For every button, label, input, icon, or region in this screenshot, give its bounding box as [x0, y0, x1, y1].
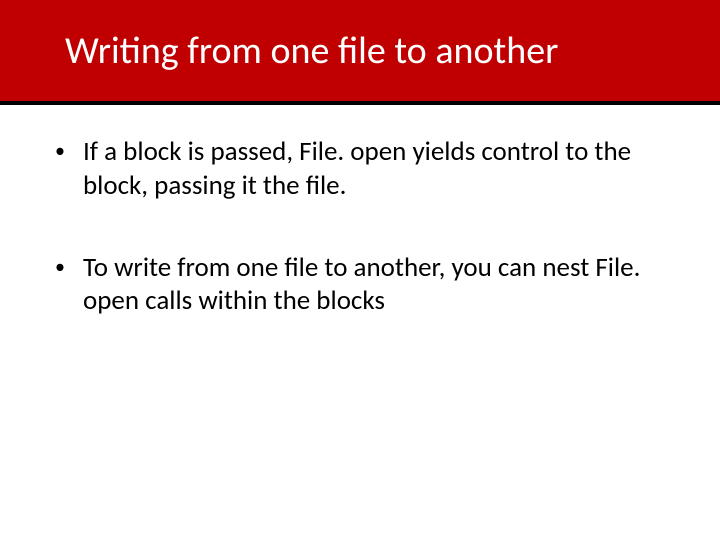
bullet-item: • If a block is passed, File. open yield…: [55, 135, 665, 203]
title-bar: Writing from one file to another: [0, 0, 720, 105]
slide-body: • If a block is passed, File. open yield…: [0, 105, 720, 318]
bullet-text: If a block is passed, File. open yields …: [83, 135, 665, 203]
slide-title: Writing from one file to another: [65, 28, 558, 74]
bullet-marker: •: [55, 251, 83, 280]
bullet-item: • To write from one file to another, you…: [55, 251, 665, 319]
bullet-text: To write from one file to another, you c…: [83, 251, 665, 319]
bullet-marker: •: [55, 135, 83, 164]
